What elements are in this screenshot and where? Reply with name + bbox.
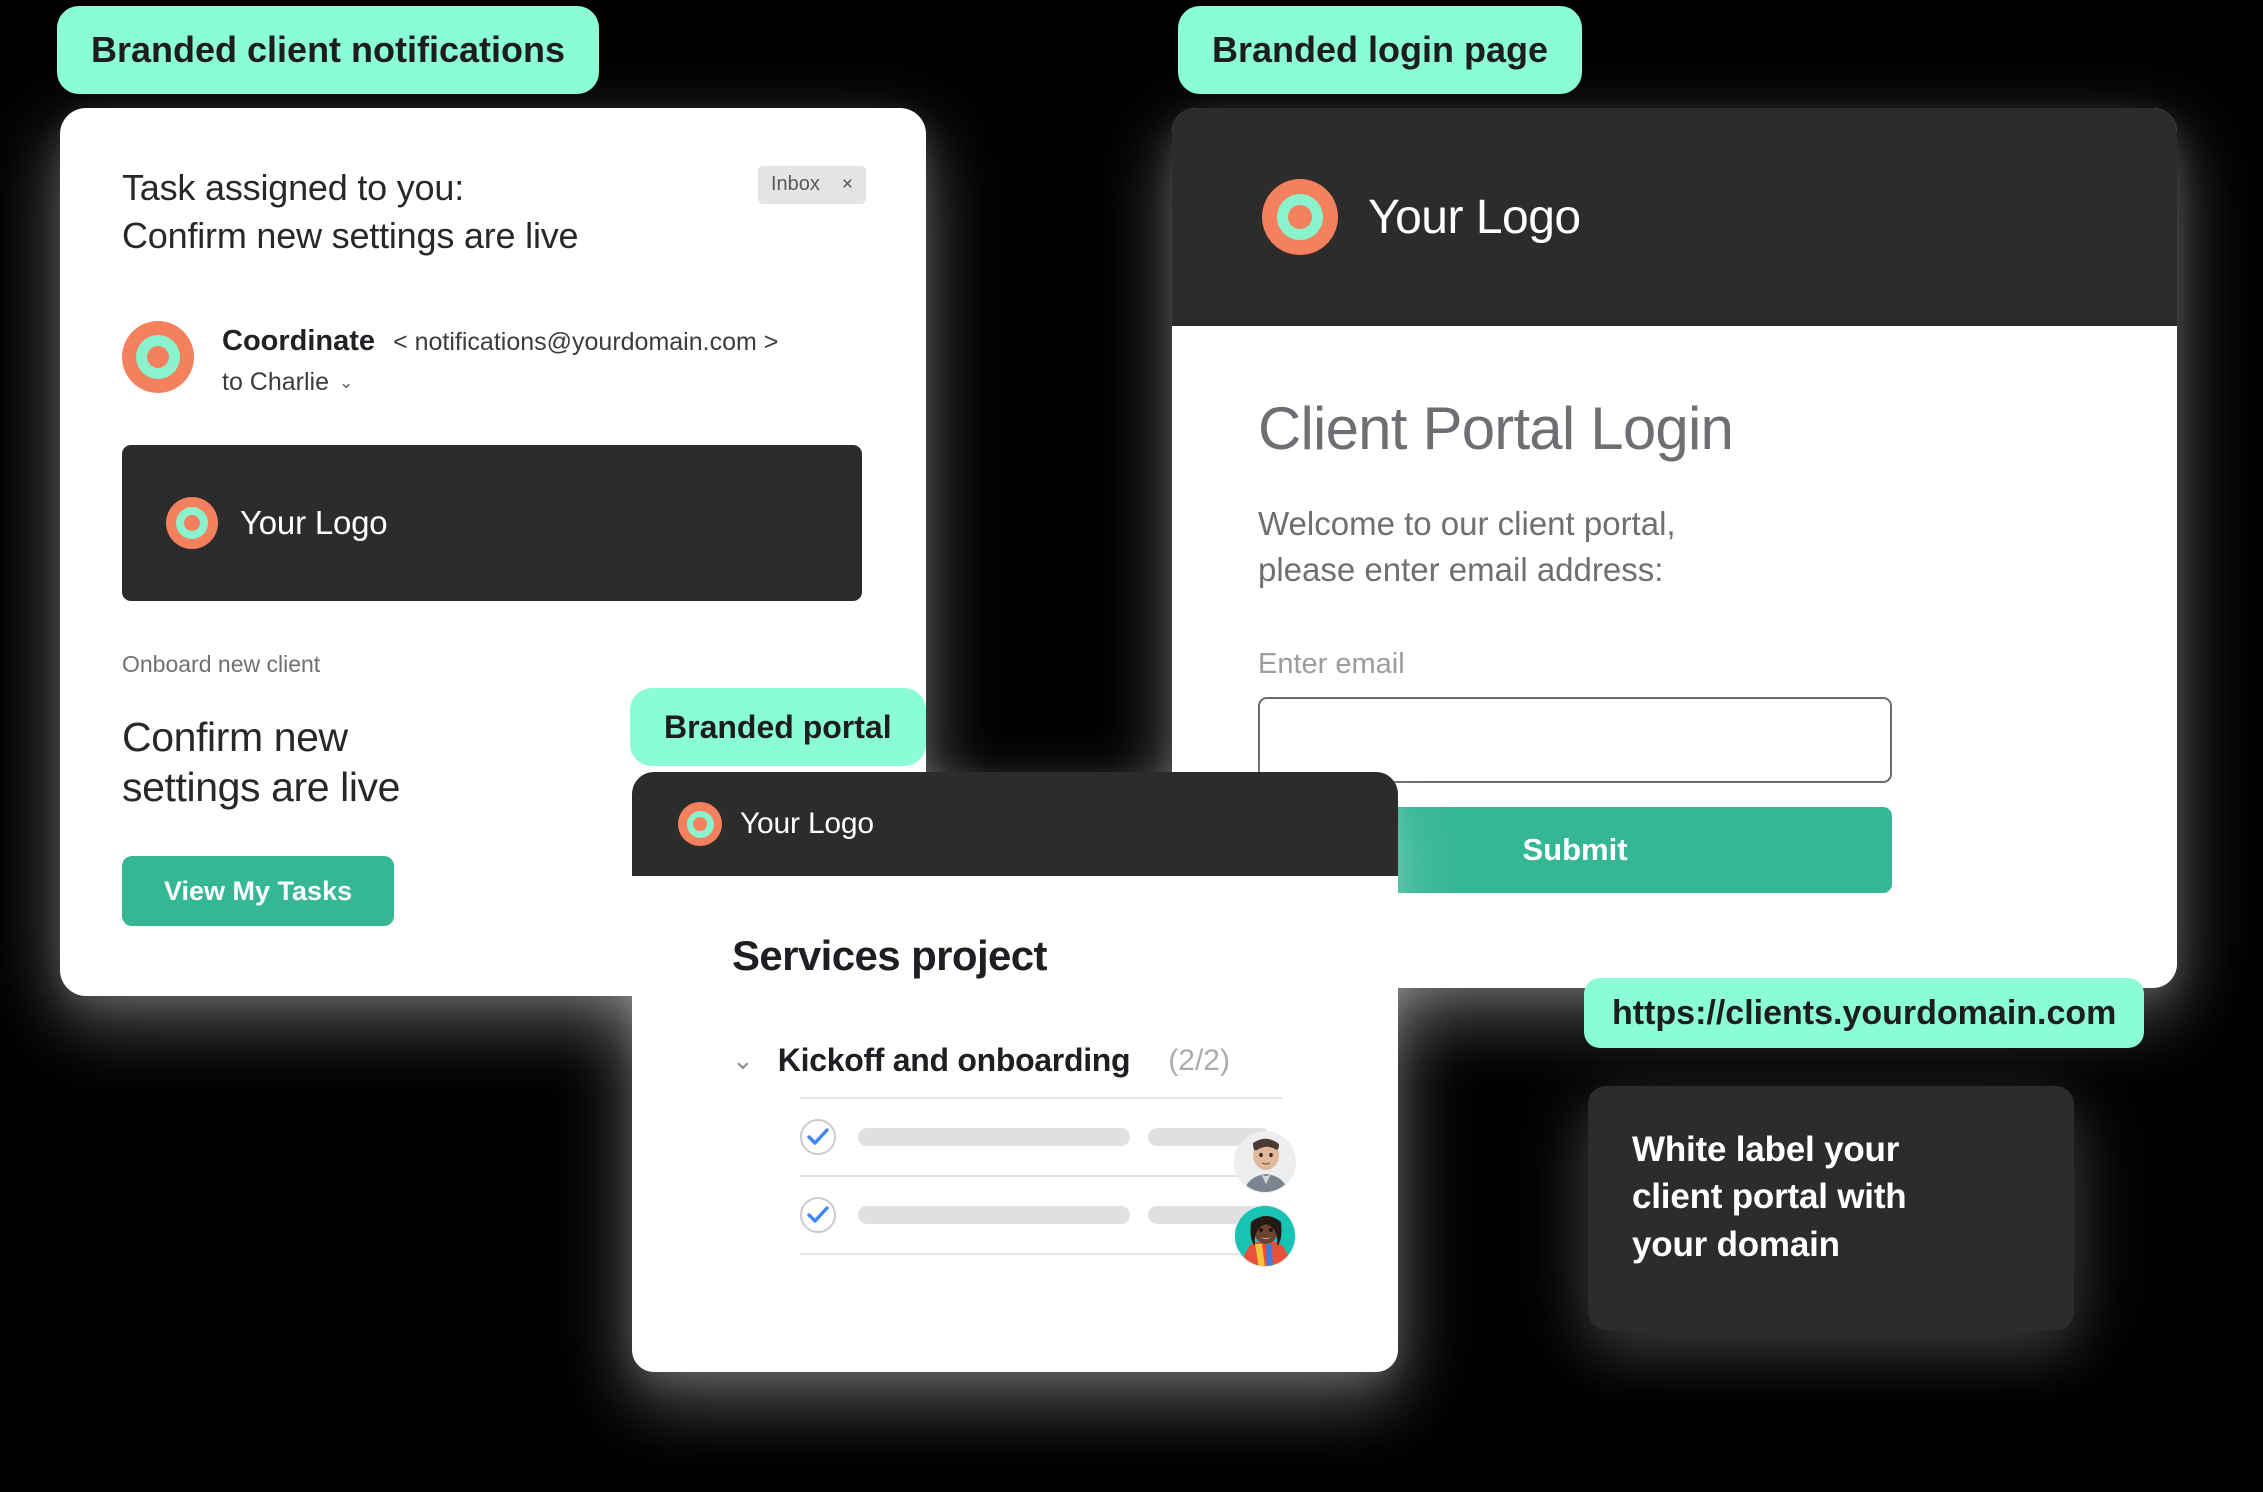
email-input[interactable] bbox=[1258, 697, 1892, 784]
composite-screenshot: Branded client notifications Inbox × Tas… bbox=[0, 0, 2263, 1492]
checkbox-checked-icon[interactable] bbox=[800, 1119, 836, 1155]
logo-dot bbox=[147, 346, 169, 369]
email-sender-text: Coordinate < notifications@yourdomain.co… bbox=[222, 321, 778, 397]
tab-label: Branded portal bbox=[664, 708, 892, 745]
white-label-line-2: client portal with bbox=[1632, 1177, 1907, 1217]
logo-ring bbox=[136, 335, 180, 380]
email-subject-line-2: Confirm new settings are live bbox=[122, 214, 579, 256]
login-subtitle-line-2: please enter email address: bbox=[1258, 550, 1664, 588]
brand-name: Your Logo bbox=[740, 807, 874, 840]
email-subject-line-1: Task assigned to you: bbox=[122, 167, 465, 208]
sender-email: < notifications@yourdomain.com > bbox=[393, 328, 779, 357]
login-subtitle: Welcome to our client portal, please ent… bbox=[1258, 501, 2091, 592]
task-section-header[interactable]: ⌄ Kickoff and onboarding (2/2) bbox=[732, 1042, 1350, 1079]
tab-branded-portal[interactable]: Branded portal bbox=[630, 688, 926, 766]
logo-dot bbox=[184, 515, 200, 532]
project-title: Services project bbox=[732, 932, 1048, 979]
email-recipient-row[interactable]: to Charlie ⌄ bbox=[222, 368, 778, 397]
task-title-placeholder bbox=[858, 1128, 1130, 1146]
email-sender-line: Coordinate < notifications@yourdomain.co… bbox=[222, 325, 778, 358]
portal-header-bar: Your Logo bbox=[632, 772, 1398, 876]
login-page-title: Client Portal Login bbox=[1258, 395, 1734, 462]
task-section-count: (2/2) bbox=[1168, 1043, 1230, 1077]
email-brand-banner: Your Logo bbox=[122, 445, 862, 602]
close-icon[interactable]: × bbox=[842, 174, 853, 196]
logo-ring bbox=[176, 507, 208, 540]
task-section-name: Kickoff and onboarding bbox=[777, 1042, 1131, 1078]
portal-url-label: https://clients.yourdomain.com bbox=[1612, 993, 2117, 1032]
logo-dot bbox=[693, 817, 707, 831]
white-label-line-3: your domain bbox=[1632, 1224, 1840, 1264]
email-subject: Task assigned to you: Confirm new settin… bbox=[122, 164, 762, 259]
brand-logo-icon bbox=[678, 802, 722, 846]
tab-branded-client-notifications[interactable]: Branded client notifications bbox=[57, 6, 600, 94]
portal-body: Services project ⌄ Kickoff and onboardin… bbox=[632, 876, 1398, 1255]
portal-url-callout: https://clients.yourdomain.com bbox=[1584, 978, 2145, 1048]
avatar[interactable] bbox=[1234, 1205, 1296, 1267]
tab-branded-login-page[interactable]: Branded login page bbox=[1178, 6, 1583, 94]
brand-name: Your Logo bbox=[240, 504, 388, 542]
divider bbox=[800, 1253, 1282, 1255]
recipient-label: to Charlie bbox=[222, 368, 329, 397]
table-row[interactable] bbox=[800, 1177, 1282, 1253]
view-my-tasks-button[interactable]: View My Tasks bbox=[122, 856, 395, 927]
logo-dot bbox=[1288, 205, 1312, 229]
table-row[interactable] bbox=[800, 1099, 1282, 1175]
tab-label: Branded client notifications bbox=[91, 29, 566, 70]
task-list bbox=[800, 1097, 1282, 1255]
logo-ring bbox=[686, 810, 714, 838]
brand-logo-icon bbox=[1262, 179, 1338, 255]
brand-name: Your Logo bbox=[1368, 190, 1581, 244]
inbox-chip[interactable]: Inbox × bbox=[757, 166, 866, 204]
white-label-line-1: White label your bbox=[1632, 1130, 1900, 1169]
white-label-text: White label your client portal with your… bbox=[1632, 1126, 2030, 1268]
chevron-down-icon[interactable]: ⌄ bbox=[339, 373, 353, 393]
brand-logo-icon bbox=[166, 497, 218, 550]
login-subtitle-line-1: Welcome to our client portal, bbox=[1258, 505, 1676, 542]
tab-label: Branded login page bbox=[1212, 29, 1549, 70]
chevron-down-icon[interactable]: ⌄ bbox=[732, 1045, 754, 1076]
email-sender-row: Coordinate < notifications@yourdomain.co… bbox=[122, 321, 864, 397]
email-project-eyebrow: Onboard new client bbox=[122, 651, 321, 678]
coordinate-logo-icon bbox=[122, 321, 194, 394]
inbox-chip-label: Inbox bbox=[770, 173, 820, 195]
email-field-label: Enter email bbox=[1258, 648, 1405, 681]
checkbox-checked-icon[interactable] bbox=[800, 1197, 836, 1233]
login-header-bar: Your Logo bbox=[1172, 108, 2177, 326]
logo-ring bbox=[1277, 194, 1323, 240]
sender-name: Coordinate bbox=[222, 325, 376, 358]
branded-portal-card: Your Logo Services project ⌄ Kickoff and… bbox=[632, 772, 1398, 1372]
avatar[interactable] bbox=[1234, 1131, 1296, 1193]
task-title-placeholder bbox=[858, 1206, 1130, 1224]
white-label-callout: White label your client portal with your… bbox=[1588, 1086, 2074, 1330]
